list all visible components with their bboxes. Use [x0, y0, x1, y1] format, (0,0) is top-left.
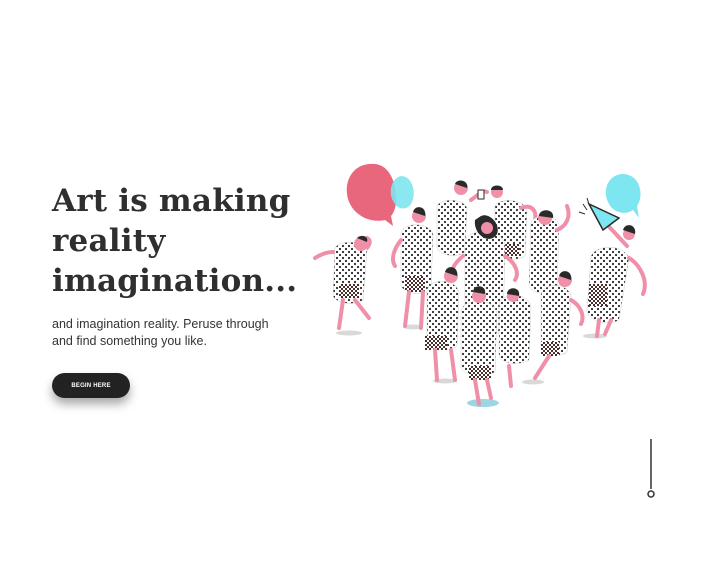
cyan-speech-bubble-right	[605, 174, 641, 218]
dancing-crowd-illustration	[313, 163, 647, 407]
right-dancer-megaphone	[578, 197, 647, 338]
left-dancer	[313, 235, 372, 330]
hero-title: Art is making reality imagination...	[52, 183, 298, 299]
begin-here-button[interactable]: BEGIN HERE	[52, 373, 130, 398]
pink-speech-bubble	[346, 163, 397, 226]
hero-subtitle: and imagination reality. Peruse through …	[52, 317, 269, 348]
scroll-down-indicator-icon[interactable]	[645, 439, 657, 499]
center-crowd	[391, 180, 585, 406]
